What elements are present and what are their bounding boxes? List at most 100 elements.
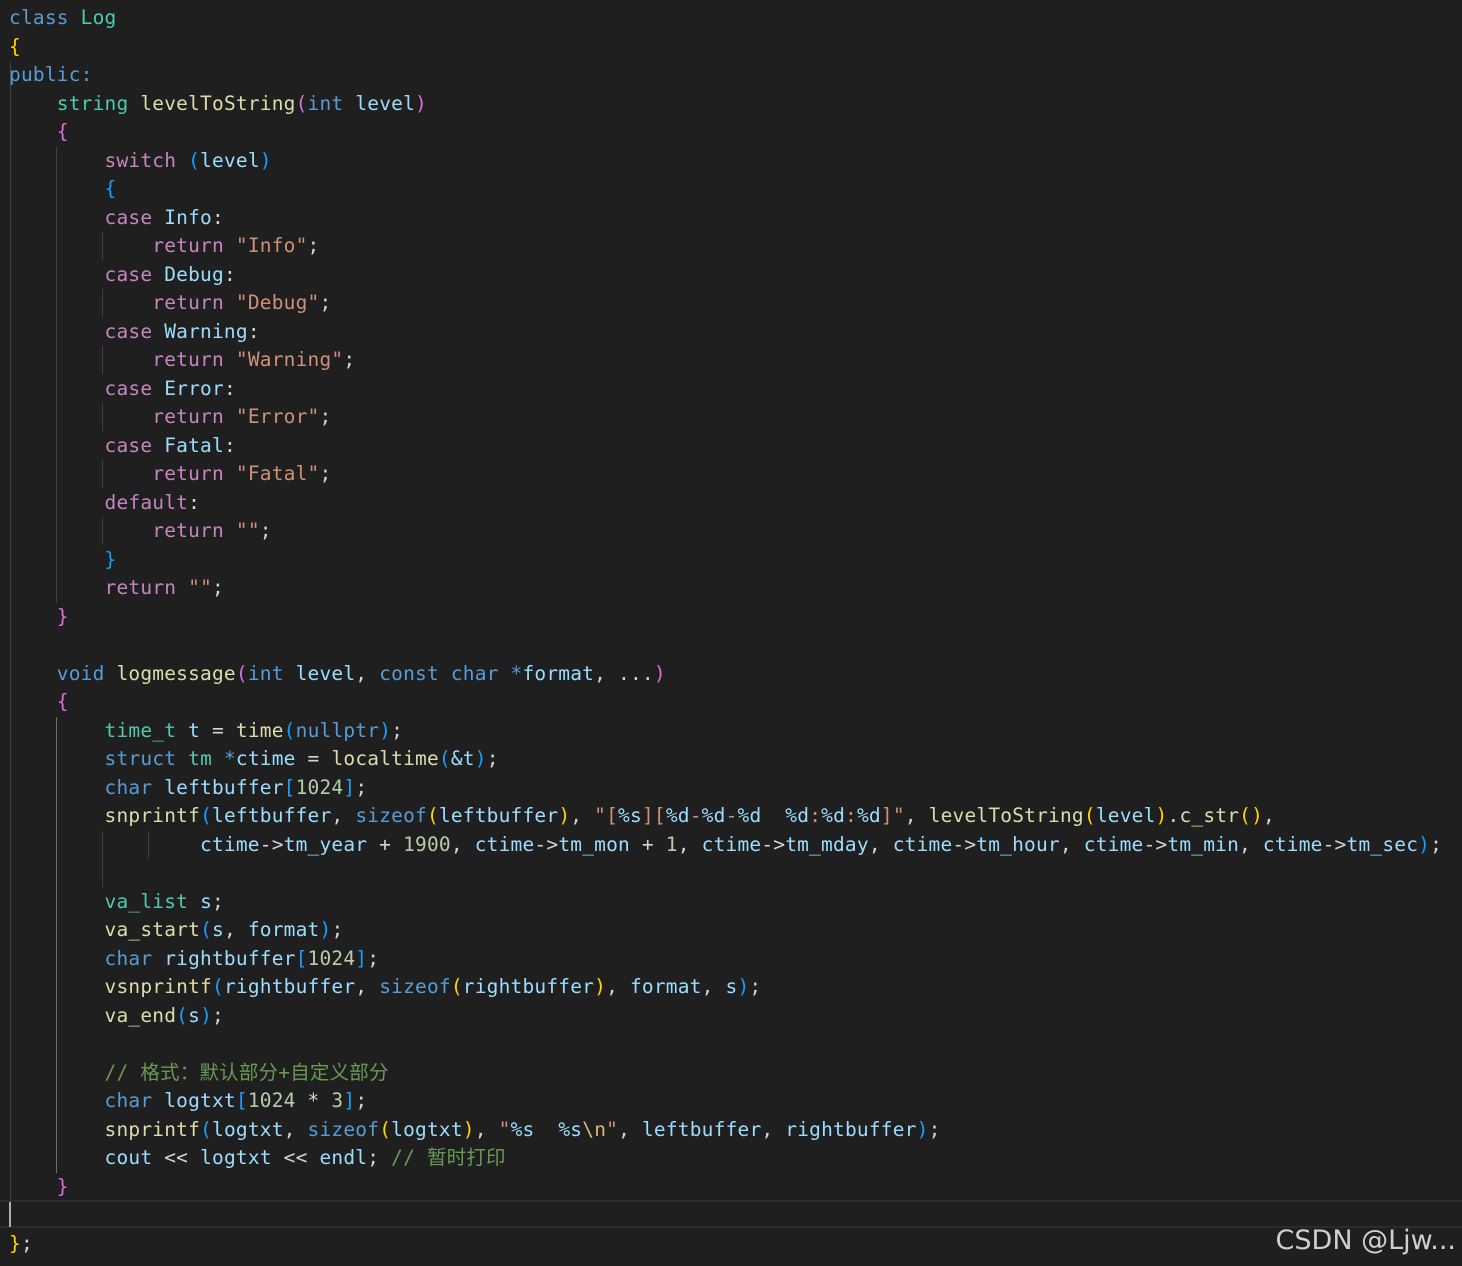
code-line[interactable]: public: bbox=[9, 61, 93, 90]
code-token: [ bbox=[295, 946, 308, 970]
code-line[interactable]: return "Debug"; bbox=[9, 289, 331, 318]
code-token: format bbox=[247, 918, 320, 941]
code-token: ) bbox=[379, 718, 392, 742]
code-line[interactable]: return "Fatal"; bbox=[9, 460, 331, 489]
code-token: sizeof bbox=[379, 975, 451, 998]
code-token: . bbox=[1167, 804, 1180, 827]
code-token: 1024 bbox=[247, 1089, 296, 1112]
code-token: case bbox=[104, 262, 165, 286]
code-line[interactable]: char rightbuffer[1024]; bbox=[9, 945, 379, 974]
code-line[interactable]: case Error: bbox=[9, 375, 236, 404]
code-token: format bbox=[522, 661, 595, 685]
code-line[interactable]: time_t t = time(nullptr); bbox=[9, 717, 403, 746]
code-line[interactable]: return "Error"; bbox=[9, 403, 331, 432]
text-cursor bbox=[9, 1202, 11, 1227]
code-token: ctime bbox=[1083, 832, 1144, 856]
code-line[interactable]: case Info: bbox=[9, 204, 224, 233]
code-token: "Error" bbox=[235, 405, 320, 428]
code-token: ; bbox=[1430, 832, 1443, 856]
code-token: ) bbox=[1418, 832, 1431, 856]
code-token: time_t bbox=[104, 718, 189, 742]
code-token: : bbox=[223, 376, 236, 400]
code-token: ( bbox=[295, 91, 308, 115]
code-line[interactable]: snprintf(leftbuffer, sizeof(leftbuffer),… bbox=[9, 802, 1275, 831]
code-token: ( bbox=[1083, 804, 1096, 827]
code-line[interactable]: switch (level) bbox=[9, 147, 272, 176]
code-line[interactable]: }; bbox=[9, 1230, 33, 1259]
code-token: ; bbox=[307, 234, 320, 257]
code-token: %d bbox=[785, 804, 810, 827]
code-token: logtxt bbox=[164, 1089, 236, 1112]
code-token: int bbox=[307, 91, 356, 115]
code-line[interactable]: va_start(s, format); bbox=[9, 916, 344, 945]
code-token: return bbox=[152, 405, 236, 428]
code-line[interactable]: return "Info"; bbox=[9, 232, 319, 261]
code-token: ; bbox=[331, 918, 344, 941]
code-token: %s bbox=[510, 1117, 535, 1141]
code-line[interactable]: return "Warning"; bbox=[9, 346, 355, 375]
code-line[interactable]: va_list s; bbox=[9, 888, 224, 917]
code-token: va_end bbox=[104, 1003, 177, 1027]
code-line[interactable]: return ""; bbox=[9, 517, 272, 546]
code-line[interactable]: va_end(s); bbox=[9, 1002, 224, 1031]
code-line[interactable]: { bbox=[9, 33, 21, 62]
code-line[interactable]: { bbox=[9, 175, 117, 204]
code-token: * bbox=[510, 661, 523, 685]
code-token: -> bbox=[761, 832, 786, 856]
code-line[interactable]: char logtxt[1024 * 3]; bbox=[9, 1087, 368, 1116]
code-token: ; bbox=[367, 1146, 392, 1169]
code-line[interactable]: } bbox=[9, 603, 69, 632]
code-line[interactable]: ctime->tm_year + 1900, ctime->tm_mon + 1… bbox=[9, 831, 1442, 860]
code-token: ) bbox=[737, 975, 750, 998]
code-line[interactable]: snprintf(logtxt, sizeof(logtxt), "%s %s\… bbox=[9, 1116, 941, 1145]
code-line[interactable]: struct tm *ctime = localtime(&t); bbox=[9, 745, 499, 774]
code-line[interactable]: default: bbox=[9, 489, 200, 518]
code-line[interactable]: case Fatal: bbox=[9, 432, 236, 461]
code-token: ) bbox=[200, 1003, 213, 1027]
code-editor[interactable]: class Log{public: string levelToString(i… bbox=[0, 0, 1462, 1266]
code-token: "Info" bbox=[235, 234, 308, 257]
code-token: = bbox=[295, 747, 332, 770]
code-line[interactable]: case Debug: bbox=[9, 261, 236, 290]
code-line[interactable]: class Log bbox=[9, 4, 116, 33]
code-token: , bbox=[1239, 832, 1263, 856]
code-line[interactable]: case Warning: bbox=[9, 318, 260, 347]
code-token: Fatal bbox=[164, 433, 224, 457]
code-line[interactable]: char leftbuffer[1024]; bbox=[9, 774, 368, 803]
code-token: , bbox=[904, 804, 929, 827]
code-token: // 暂时打印 bbox=[391, 1146, 506, 1169]
code-token: , ... bbox=[594, 661, 654, 685]
code-token: nullptr bbox=[295, 718, 380, 742]
code-line[interactable]: } bbox=[9, 546, 117, 575]
code-token: Warning bbox=[164, 319, 248, 343]
code-line[interactable]: { bbox=[9, 118, 69, 147]
code-token: "Fatal" bbox=[235, 462, 320, 485]
code-token: levelToString bbox=[928, 804, 1084, 827]
code-token: << bbox=[152, 1146, 201, 1169]
code-token: ; bbox=[259, 519, 272, 542]
code-token: * bbox=[223, 747, 236, 770]
code-token: << bbox=[271, 1146, 320, 1169]
code-token: , bbox=[618, 1117, 642, 1141]
code-line[interactable]: cout << logtxt << endl; // 暂时打印 bbox=[9, 1144, 506, 1173]
code-token: format bbox=[629, 975, 702, 998]
code-line[interactable]: { bbox=[9, 688, 69, 717]
code-token: ; bbox=[212, 1003, 224, 1027]
code-line[interactable]: // 格式：默认部分+自定义部分 bbox=[9, 1059, 389, 1088]
code-line[interactable]: return ""; bbox=[9, 574, 224, 603]
code-line[interactable]: vsnprintf(rightbuffer, sizeof(rightbuffe… bbox=[9, 973, 762, 1002]
code-token: return bbox=[152, 234, 236, 257]
code-token: , bbox=[606, 975, 630, 998]
csdn-watermark: CSDN @Ljw... bbox=[1275, 1225, 1456, 1256]
code-line[interactable]: void logmessage(int level, const char *f… bbox=[9, 660, 666, 689]
code-line[interactable]: } bbox=[9, 1173, 69, 1202]
code-line[interactable]: string levelToString(int level) bbox=[9, 90, 427, 119]
